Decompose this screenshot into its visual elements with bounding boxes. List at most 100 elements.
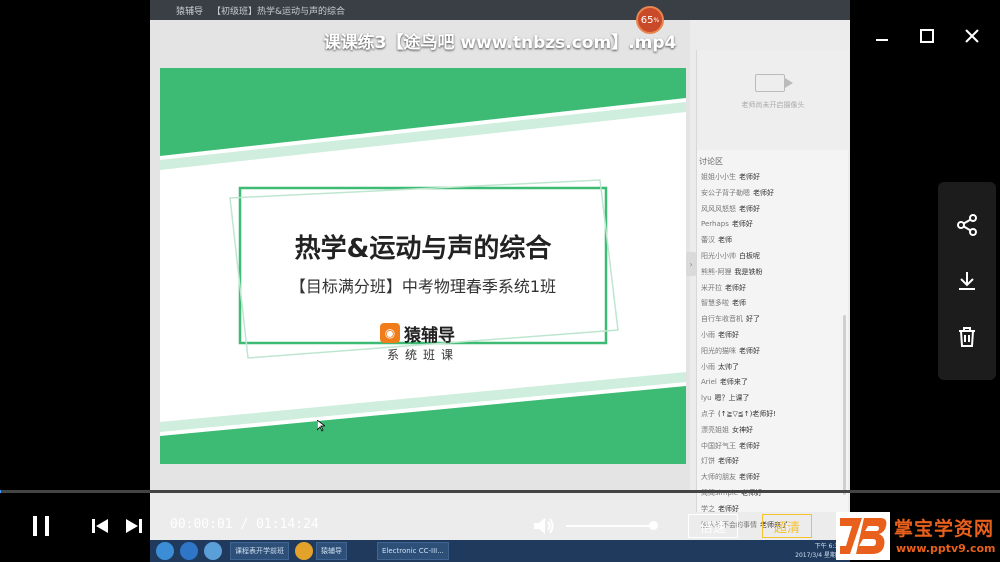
close-icon — [965, 29, 979, 43]
delete-button[interactable] — [952, 322, 982, 352]
download-button[interactable] — [952, 266, 982, 296]
pause-icon — [33, 516, 49, 536]
chat-user: 风风风怒怒 — [701, 204, 736, 213]
minimize-icon — [876, 39, 888, 41]
side-toolbar — [938, 182, 996, 380]
chat-user: 灯饼 — [701, 457, 715, 466]
recorded-app-name: 猿辅导 — [176, 7, 204, 17]
chat-scrollbar[interactable] — [843, 315, 846, 495]
seek-bar[interactable] — [0, 490, 1000, 493]
start-button-icon — [156, 542, 174, 560]
chat-text: 老师 — [732, 299, 746, 308]
chat-message: 姐姐小小生 老师好 — [701, 170, 841, 186]
chat-user: 熊熊-阿狸 — [701, 267, 732, 276]
chat-text: 老师好 — [739, 173, 760, 181]
chat-text: 老师好 — [739, 473, 760, 482]
taskbar-item-2: 猿辅导 — [316, 542, 347, 560]
previous-button[interactable] — [88, 515, 112, 537]
recorded-side-panel: 老师尚未开启摄像头 讨论区 姐姐小小生 老师好 安公子背子勒嗯 老师好 风风风怒怒 老师好… — [696, 50, 849, 529]
chat-text: 老师来了 — [719, 378, 748, 387]
chat-user: 阳光小小帅 — [701, 251, 736, 260]
minimize-button[interactable] — [870, 24, 894, 48]
chat-text: 老师好 — [739, 441, 760, 450]
camera-hint: 老师尚未开启摄像头 — [741, 101, 805, 109]
chat-text: 老师好 — [725, 283, 746, 292]
chat-message: 漂亮姐姐 女神好 — [701, 423, 841, 439]
chat-message: 熊熊-阿狸 我是铁粉 — [701, 265, 841, 281]
chat-user: 点子 — [701, 409, 715, 418]
browser-icon — [180, 542, 198, 560]
chat-text: 女神好 — [732, 425, 753, 434]
chat-text: 老师好 — [739, 346, 760, 355]
playback-rate-button[interactable]: 倍速 — [688, 514, 738, 538]
chat-message: 中国好气王 老师好 — [701, 439, 841, 455]
slide-logo: ◉ 猿辅导 — [380, 322, 455, 346]
taskbar-clock: 下午 6:34 2017/3/4 星期六 — [795, 542, 842, 560]
chat-message: 简简simple老师好 — [701, 486, 841, 502]
chat-message: 大师的朋友 老师好 — [701, 470, 841, 486]
chat-user: 学之 — [701, 504, 715, 513]
chat-message: Ariel 老师来了 — [701, 375, 841, 391]
slide-title: 热学&运动与声的综合 — [294, 234, 552, 264]
chat-user: 小雨 — [701, 330, 715, 339]
time-display: 00:00:01 / 01:14:24 — [170, 517, 319, 532]
cloud-app-icon — [204, 542, 222, 560]
chat-text: (↑≧▽≦↑)老师好! — [718, 409, 777, 418]
chat-user: lyu — [701, 394, 712, 403]
folder-icon — [295, 542, 313, 560]
player-window: 猿辅导 【初级班】热学&运动与声的综合 65% 热学&运动与声的综合 【目标满分… — [0, 0, 1000, 562]
recorded-app-titlebar: 猿辅导 【初级班】热学&运动与声的综合 — [150, 0, 850, 20]
chat-text: 老师好 — [731, 220, 753, 229]
chat-message: 安公子背子勒嗯 老师好 — [701, 186, 841, 202]
chat-message: 灯饼 老师好 — [701, 454, 841, 470]
chat-user: 小雨 — [701, 362, 715, 371]
volume-slider-knob[interactable] — [648, 521, 658, 530]
skip-previous-icon — [92, 519, 108, 533]
chat-text: 老师 — [718, 236, 732, 245]
lecture-slide: 热学&运动与声的综合 【目标满分班】中考物理春季系统1班 ◉ 猿辅导 系统班课 — [160, 68, 686, 464]
chat-text: 白板呢 — [739, 251, 760, 260]
share-button[interactable] — [952, 210, 982, 240]
chat-list: 姐姐小小生 老师好 安公子背子勒嗯 老师好 风风风怒怒 老师好 Perhaps 老师好 蕾汉 老师… — [701, 170, 841, 533]
recorded-taskbar: 课程表开学前班 猿辅导 Electronic CC-III... 下午 6:34… — [150, 540, 850, 562]
chat-text: 好了 — [746, 315, 760, 324]
taskbar-item-3: Electronic CC-III... — [377, 542, 449, 560]
close-button[interactable] — [960, 24, 984, 48]
chat-message: 小雨 老师好 — [701, 328, 841, 344]
chat-user: Ariel — [701, 378, 717, 387]
quality-button[interactable]: 超清 — [762, 514, 812, 538]
chat-text: 嗯？上课了 — [714, 394, 750, 403]
watermark: 掌宝学资网 www.pptv9.com — [836, 510, 1000, 562]
chat-user: 安公子背子勒嗯 — [701, 188, 750, 197]
watermark-logo-icon — [836, 512, 890, 560]
share-icon — [957, 214, 977, 236]
chat-text: 老师好 — [739, 204, 760, 213]
badge-unit: % — [653, 16, 660, 24]
maximize-button[interactable] — [915, 24, 939, 48]
volume-slider[interactable] — [566, 521, 658, 530]
mouse-cursor-icon — [317, 420, 325, 432]
volume-button[interactable] — [530, 513, 558, 539]
slide-logo-text: 猿辅导 — [404, 325, 455, 346]
collapse-side-panel-handle[interactable]: › — [686, 252, 696, 276]
clock-date: 2017/3/4 星期六 — [795, 552, 842, 559]
chat-user: 蕾汉 — [701, 236, 715, 245]
slide-logo-subtitle: 系统班课 — [386, 348, 459, 362]
chat-user: 中国好气王 — [701, 441, 736, 450]
chat-user: 阳光的猫咪 — [701, 346, 736, 355]
trash-icon — [959, 327, 975, 347]
pause-button[interactable] — [26, 512, 56, 540]
current-time: 00:00:01 — [170, 517, 233, 532]
maximize-icon — [920, 29, 934, 43]
teacher-camera-area: 老师尚未开启摄像头 — [697, 50, 849, 150]
next-button[interactable] — [122, 515, 146, 537]
chat-message: 小雨 太帅了 — [701, 360, 841, 376]
chat-user: Perhaps — [701, 220, 729, 229]
chat-user: 姐姐小小生 — [701, 173, 736, 181]
yuanfudao-logo-icon: ◉ — [380, 323, 400, 343]
watermark-title: 掌宝学资网 — [894, 518, 995, 540]
chat-text: 老师好 — [753, 188, 774, 197]
chat-message: 阳光小小帅 白板呢 — [701, 249, 841, 265]
chat-text: 老师好 — [718, 457, 739, 466]
chat-text: 老师好 — [718, 504, 739, 513]
